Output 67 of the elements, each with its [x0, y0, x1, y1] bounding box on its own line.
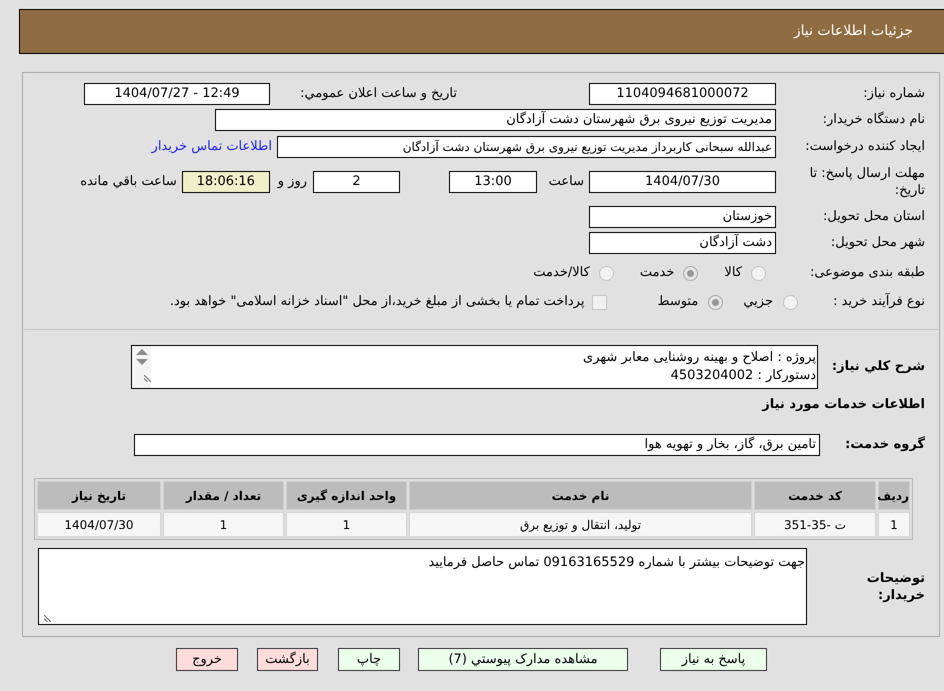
table-cell: 1 [163, 512, 284, 537]
description-line: دستورکار : 4503204002 [670, 367, 816, 385]
field-label: توضیحات خریدار: [866, 570, 925, 604]
action-button[interactable]: بازگشت [257, 648, 318, 671]
field-label: طبقه بندی موضوعی: [808, 264, 925, 282]
column-header: نام خدمت [409, 481, 752, 510]
radio-label: متوسط [657, 293, 698, 312]
field-label: ساعت باقي مانده [80, 173, 177, 192]
scroll-up-icon[interactable] [136, 349, 148, 355]
radio-button[interactable] [751, 266, 766, 280]
field-label: شماره نیاز: [862, 85, 925, 104]
field-label: نام دستگاه خريدار: [822, 110, 925, 130]
radio-button[interactable] [598, 266, 614, 280]
column-header: ردیف [878, 481, 910, 510]
scroll-down-icon[interactable] [136, 359, 148, 365]
radio-label: کالا/خدمت [533, 264, 590, 282]
need-number-field: 1104094681000072 [589, 83, 776, 105]
buyer-contact-link[interactable]: اطلاعات تماس خريدار [152, 136, 272, 156]
table-cell: 1 [286, 512, 407, 537]
checkbox-label: پرداخت تمام يا بخشی از مبلغ خرید،از محل "اسناد خزانه اسلامی" خواهد بود. [170, 293, 584, 312]
column-header: تعداد / مقدار [163, 481, 284, 510]
days-left-field: 2 [313, 171, 400, 193]
time-left-field: 18:06:16 [182, 171, 270, 193]
deadline-time-field: 13:00 [449, 171, 537, 193]
action-button[interactable]: مشاهده مدارک پیوستي (7) [418, 648, 628, 671]
requester-field: عبدالله سبحانی کاربرداز مدیریت توزیع نیروی برق شهرستان دشت آزادگان [277, 136, 776, 158]
action-button[interactable]: چاپ [338, 648, 400, 671]
deadline-date-field: 1404/07/30 [589, 171, 776, 193]
resize-grip-icon[interactable] [44, 615, 51, 622]
table-cell: 1 [878, 512, 910, 537]
page-title: جزئیات اطلاعات نیاز [794, 22, 913, 41]
radio-button[interactable] [683, 266, 698, 280]
service-group-field: تامین برق، گاز، بخار و تهویه هوا [134, 434, 820, 456]
radio-button[interactable] [708, 294, 724, 310]
resize-grip-icon[interactable] [144, 375, 151, 382]
field-label: تاريخ و ساعت اعلان عمومي: [299, 85, 457, 104]
description-field[interactable]: پروژه : اصلاح و بهینه روشنایی معابر شهری دستورکار : 4503204002 [131, 345, 818, 389]
radio-button[interactable] [783, 294, 798, 310]
radio-label: جزيي [743, 293, 773, 312]
field-label: مهلت ارسال پاسخ: تا تاریخ: [808, 165, 925, 199]
table-cell: 1404/07/30 [37, 512, 161, 537]
radio-label: کالا [724, 264, 742, 282]
table-cell: ت -35-351 [754, 512, 876, 537]
field-label: شهر محل تحویل: [830, 234, 925, 252]
announce-date-field: 1404/07/27 - 12:49 [84, 83, 270, 105]
field-label: استان محل تحویل: [822, 208, 925, 226]
action-button[interactable]: خروج [176, 648, 238, 671]
section-title: اطلاعات خدمات مورد نیاز [762, 396, 925, 414]
buyer-name-field: مدیریت توزیع نیروی برق شهرستان دشت آزادگان [215, 109, 776, 131]
buyer-notes-field[interactable]: جهت توضیحات بیشتر با شماره 09163165529 تماس حاصل فرمایید [38, 548, 807, 625]
province-field: خوزستان [589, 206, 776, 228]
field-label: ایجاد کننده درخواست: [804, 138, 925, 156]
field-label: گروه خدمت: [844, 435, 925, 454]
field-label: روز و [278, 173, 307, 192]
field-label: ساعت [548, 173, 584, 192]
buyer-notes-text: جهت توضیحات بیشتر با شماره 09163165529 تماس حاصل فرمایید [427, 554, 806, 572]
checkbox[interactable] [592, 294, 608, 310]
column-header: کد خدمت [754, 481, 876, 510]
column-header: واحد اندازه گیری [286, 481, 407, 510]
city-field: دشت آزادگان [589, 232, 776, 254]
column-header: تاریخ نیاز [37, 481, 161, 510]
radio-label: خدمت [640, 264, 674, 282]
description-line: پروژه : اصلاح و بهینه روشنایی معابر شهری [583, 349, 816, 367]
section-label: شرح كلي نياز: [830, 358, 925, 376]
field-label: نوع فرآیند خرید : [832, 292, 925, 312]
action-button[interactable]: پاسخ به نیاز [660, 648, 767, 671]
table-cell: تولید، انتقال و توزیع برق [409, 512, 752, 537]
